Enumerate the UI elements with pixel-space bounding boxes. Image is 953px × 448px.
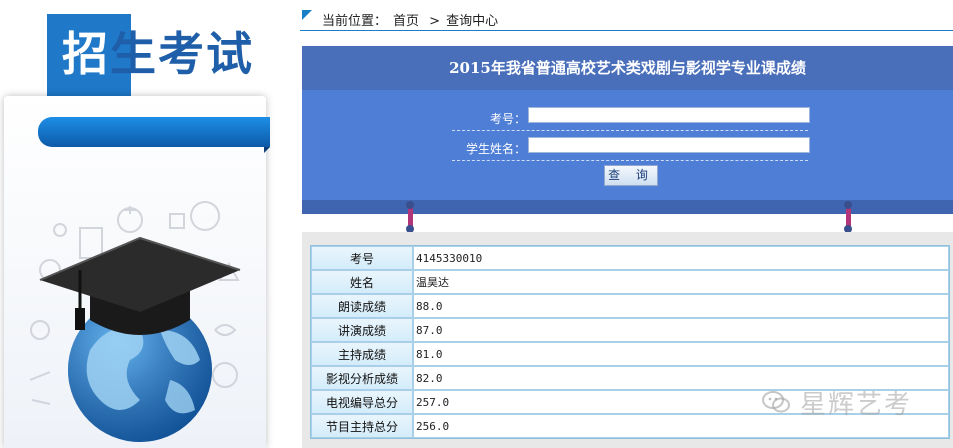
hanging-pin-right bbox=[844, 201, 852, 233]
breadcrumb-label: 当前位置： bbox=[322, 14, 388, 29]
result-row: 考号 4145330010 bbox=[311, 246, 949, 270]
logo-rest: 生考试 bbox=[110, 27, 254, 81]
result-value: 4145330010 bbox=[413, 246, 949, 270]
result-key: 朗读成绩 bbox=[311, 294, 413, 318]
exam-number-row: 考号： bbox=[452, 102, 810, 131]
exam-number-label: 考号： bbox=[489, 112, 526, 126]
result-value: 81.0 bbox=[413, 342, 949, 366]
hanging-pin-left bbox=[406, 201, 414, 233]
left-banner: 招生考试 bbox=[0, 0, 285, 448]
education-illustration bbox=[29, 201, 241, 442]
breadcrumb-home-link[interactable]: 首页 bbox=[393, 14, 419, 29]
logo-first-char: 招 bbox=[62, 27, 110, 81]
student-name-row: 学生姓名： bbox=[452, 132, 810, 161]
watermark-text: 星辉艺考 bbox=[800, 390, 913, 420]
query-panel: 2015年我省普通高校艺术类戏剧与影视学专业课成绩 考号： 学生姓名： 查 询 bbox=[302, 46, 953, 214]
result-key: 讲演成绩 bbox=[311, 318, 413, 342]
query-button[interactable]: 查 询 bbox=[604, 165, 658, 186]
wechat-icon bbox=[762, 391, 790, 413]
result-row: 讲演成绩 87.0 bbox=[311, 318, 949, 342]
breadcrumb-separator: > bbox=[429, 14, 441, 29]
result-row: 主持成绩 81.0 bbox=[311, 342, 949, 366]
breadcrumb: 当前位置： 首页 > 查询中心 bbox=[300, 8, 953, 31]
result-value: 87.0 bbox=[413, 318, 949, 342]
breadcrumb-text: 当前位置： 首页 > 查询中心 bbox=[322, 10, 504, 29]
student-name-label: 学生姓名： bbox=[465, 142, 526, 156]
result-row: 朗读成绩 88.0 bbox=[311, 294, 949, 318]
result-value: 温昊达 bbox=[413, 270, 949, 294]
result-key: 主持成绩 bbox=[311, 342, 413, 366]
result-key: 节目主持总分 bbox=[311, 414, 413, 438]
student-name-input[interactable] bbox=[528, 137, 810, 153]
result-key: 影视分析成绩 bbox=[311, 366, 413, 390]
side-ribbon bbox=[38, 117, 270, 153]
breadcrumb-marker-icon bbox=[302, 10, 312, 20]
result-key: 姓名 bbox=[311, 270, 413, 294]
graduation-cap-icon bbox=[39, 236, 241, 335]
query-panel-footer bbox=[302, 200, 953, 214]
result-key: 电视编导总分 bbox=[311, 390, 413, 414]
result-row: 姓名 温昊达 bbox=[311, 270, 949, 294]
breadcrumb-current: 查询中心 bbox=[446, 14, 499, 29]
logo-title: 招生考试 bbox=[62, 18, 254, 84]
exam-number-input[interactable] bbox=[528, 107, 810, 123]
result-key: 考号 bbox=[311, 246, 413, 270]
query-title: 2015年我省普通高校艺术类戏剧与影视学专业课成绩 bbox=[302, 46, 953, 90]
result-value: 88.0 bbox=[413, 294, 949, 318]
